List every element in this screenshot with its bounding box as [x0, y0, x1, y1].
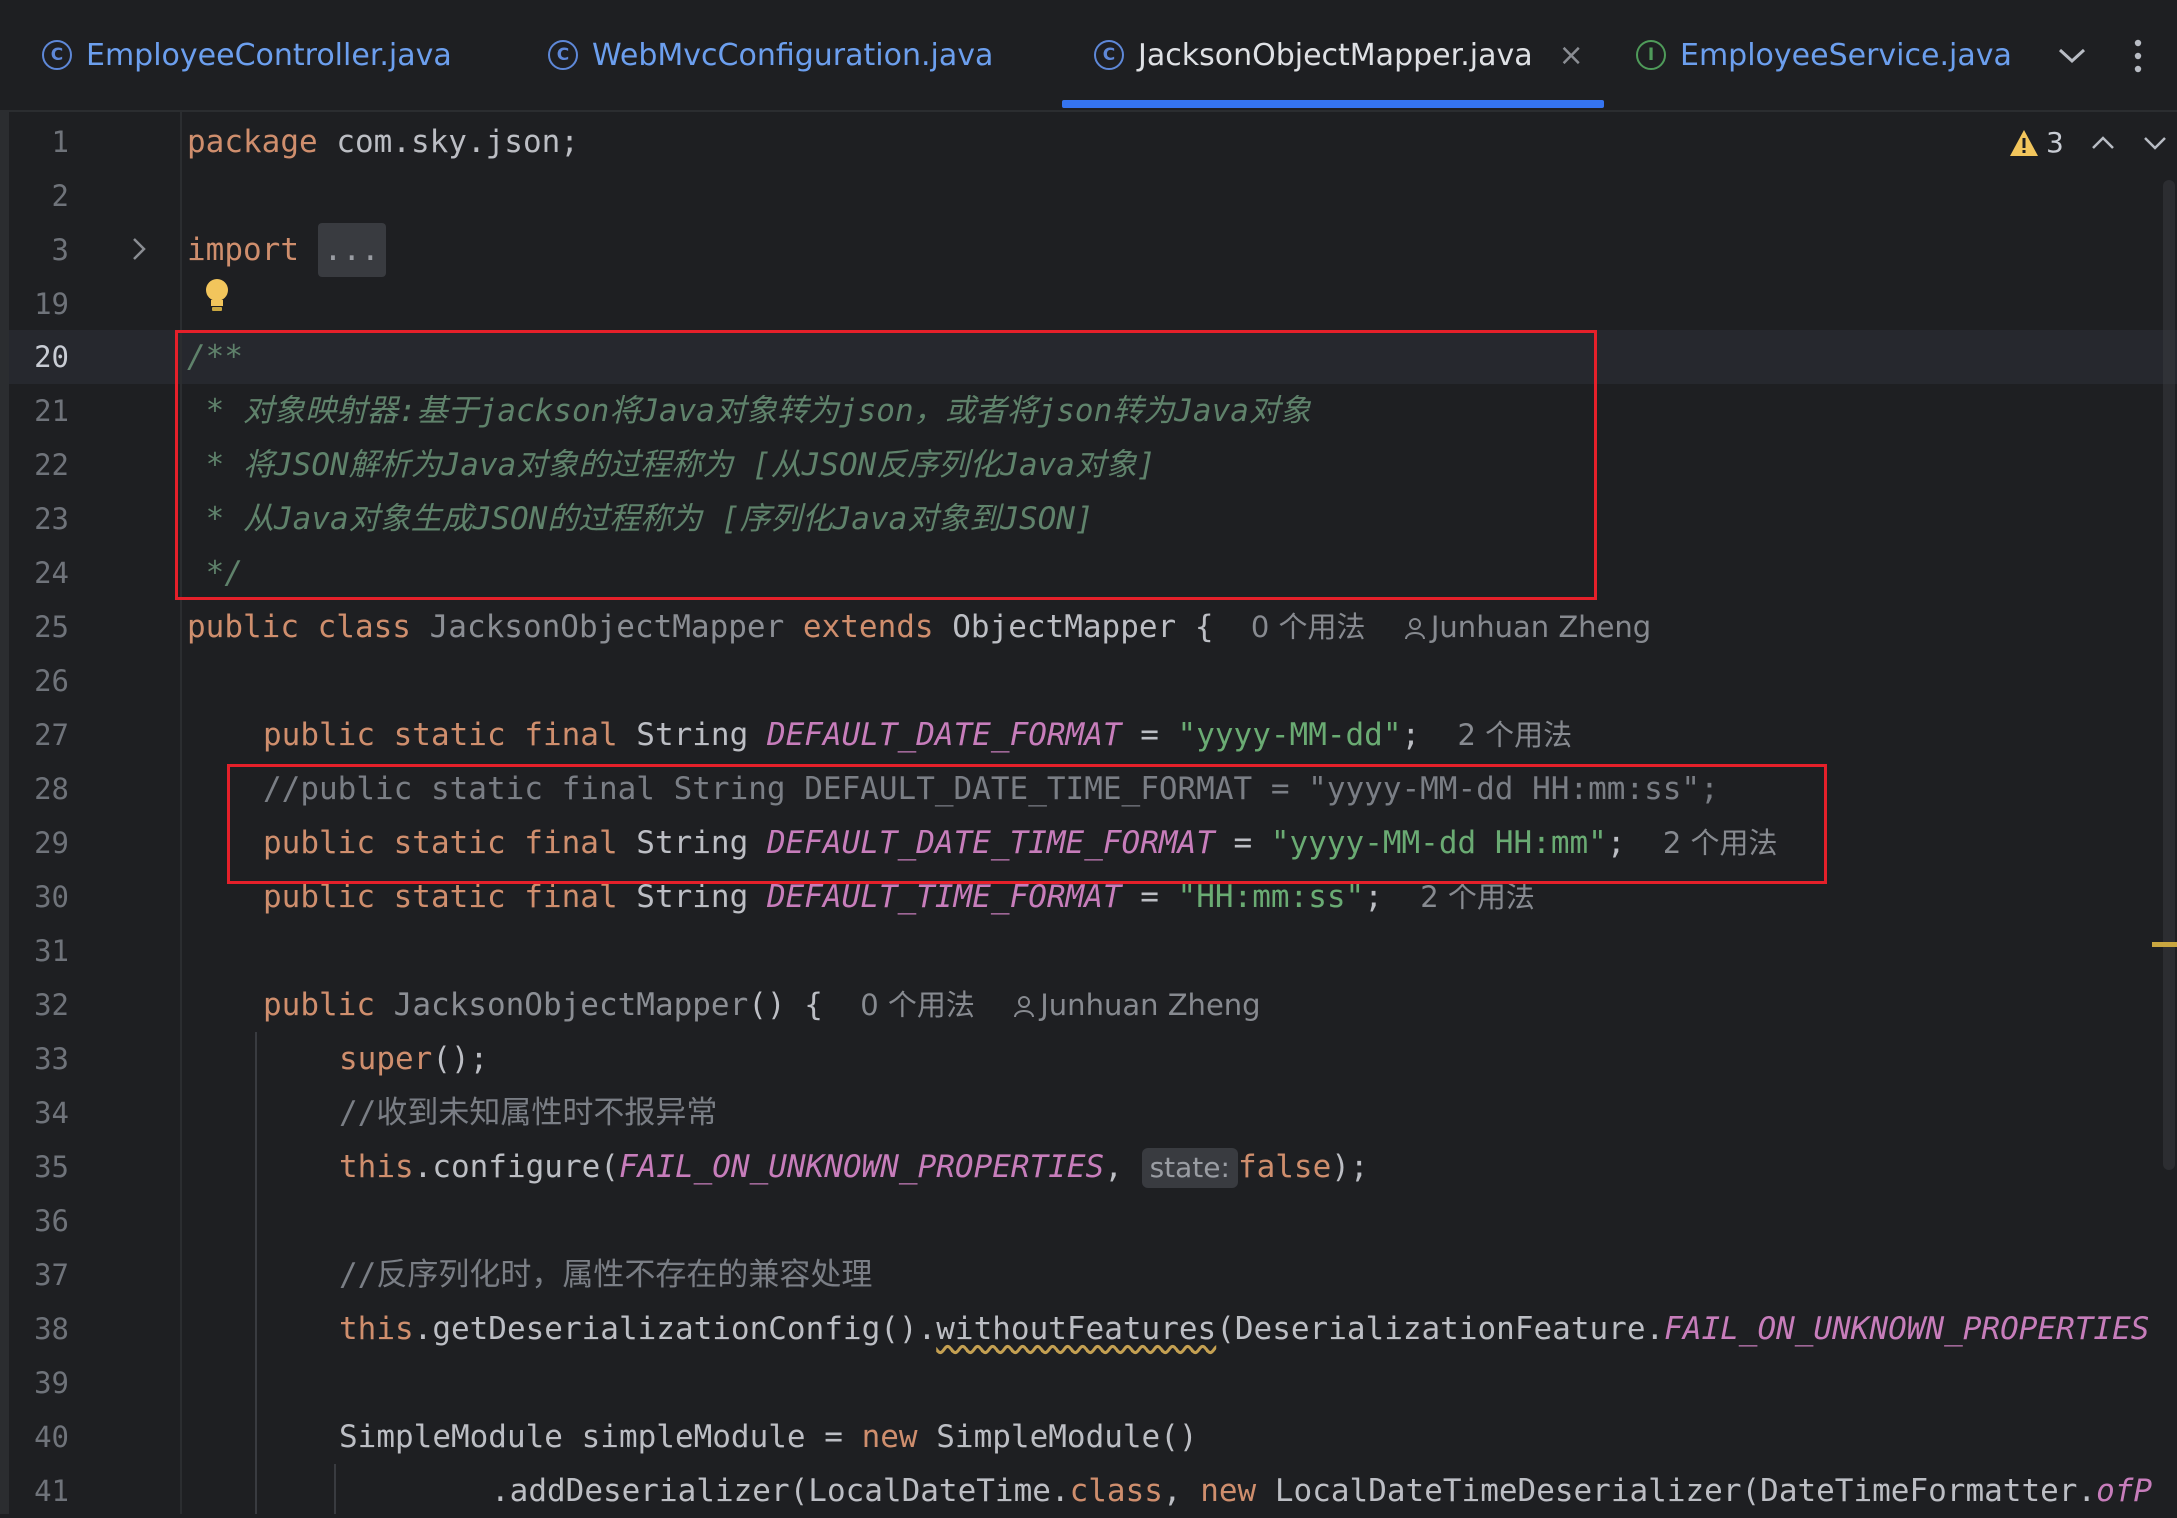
code-line-27[interactable]: public static final String DEFAULT_DATE_…: [263, 708, 1572, 762]
warning-stripe-marker[interactable]: [2152, 942, 2177, 947]
tab-employee-service[interactable]: I EmployeeService.java: [1636, 0, 2012, 110]
gutter-separator: [180, 112, 182, 1514]
inspection-widget[interactable]: 3: [2008, 126, 2168, 159]
class-icon: C: [548, 40, 578, 70]
line-number[interactable]: 19: [9, 277, 69, 331]
line-number[interactable]: 27: [9, 708, 69, 762]
close-icon[interactable]: ×: [1559, 38, 1584, 73]
interface-icon: I: [1636, 40, 1666, 70]
author-hint: Junhuan Zheng: [1403, 610, 1651, 644]
warning-icon: [2010, 129, 2038, 156]
line-number[interactable]: 39: [9, 1356, 69, 1410]
usages-hint: 2 个用法: [1457, 718, 1573, 752]
folded-imports: ...: [317, 223, 386, 277]
code-line-35[interactable]: this.configure(FAIL_ON_UNKNOWN_PROPERTIE…: [339, 1140, 1369, 1194]
line-number[interactable]: 37: [9, 1248, 69, 1302]
chevron-down-icon[interactable]: [2054, 38, 2090, 74]
line-number[interactable]: 26: [9, 654, 69, 708]
code-line-3[interactable]: import ...: [187, 223, 386, 277]
line-number[interactable]: 3: [9, 223, 69, 277]
tab-employee-controller[interactable]: C EmployeeController.java: [42, 0, 452, 110]
class-icon: C: [42, 40, 72, 70]
line-number[interactable]: 36: [9, 1194, 69, 1248]
tab-label: JacksonObjectMapper.java: [1138, 37, 1533, 73]
line-number[interactable]: 41: [9, 1464, 69, 1518]
highlight-box-javadoc: [175, 330, 1597, 600]
line-number[interactable]: 20: [9, 330, 69, 384]
tab-label: EmployeeService.java: [1680, 37, 2012, 73]
vertical-scrollbar[interactable]: [2163, 180, 2175, 1170]
deprecation-warning: withoutFeatures: [936, 1311, 1217, 1347]
code-line-34[interactable]: //收到未知属性时不报异常: [339, 1086, 717, 1140]
usages-hint: 2 个用法: [1420, 880, 1535, 914]
code-line-32[interactable]: public JacksonObjectMapper() { 0 个用法 Jun…: [263, 978, 1261, 1032]
code-line-41[interactable]: .addDeserializer(LocalDateTime.class, ne…: [491, 1464, 2152, 1518]
line-number[interactable]: 34: [9, 1086, 69, 1140]
class-icon: C: [1094, 40, 1124, 70]
usages-hint: 0 个用法: [1250, 610, 1366, 644]
warning-count: 3: [2046, 126, 2064, 159]
code-line-25[interactable]: public class JacksonObjectMapper extends…: [187, 600, 1651, 654]
code-line-1[interactable]: package com.sky.json;: [187, 115, 579, 169]
author-hint: Junhuan Zheng: [1012, 988, 1261, 1022]
tool-window-strip: [0, 112, 9, 1514]
chevron-down-icon: [2143, 136, 2166, 150]
tab-label: EmployeeController.java: [86, 37, 452, 73]
line-number[interactable]: 33: [9, 1032, 69, 1086]
tab-label: WebMvcConfiguration.java: [592, 37, 994, 73]
line-number[interactable]: 25: [9, 600, 69, 654]
parameter-hint: state:: [1141, 1148, 1238, 1188]
code-line-40[interactable]: SimpleModule simpleModule = new SimpleMo…: [339, 1410, 1198, 1464]
line-number[interactable]: 40: [9, 1410, 69, 1464]
line-number[interactable]: 24: [9, 546, 69, 600]
user-icon: [1014, 996, 1035, 1018]
line-number[interactable]: 2: [9, 169, 69, 223]
chevron-up-icon: [2091, 135, 2114, 149]
user-icon: [1404, 618, 1425, 640]
code-line-33[interactable]: super();: [339, 1032, 488, 1086]
line-number[interactable]: 28: [9, 762, 69, 816]
tab-web-mvc-configuration[interactable]: C WebMvcConfiguration.java: [548, 0, 993, 110]
indent-guide: [255, 1032, 257, 1514]
active-tab-indicator: [1062, 100, 1604, 108]
line-number[interactable]: 35: [9, 1140, 69, 1194]
tab-jackson-object-mapper[interactable]: C JacksonObjectMapper.java ×: [1094, 0, 1584, 110]
line-number[interactable]: 22: [9, 438, 69, 492]
lightbulb-icon[interactable]: [202, 276, 232, 314]
line-number[interactable]: 21: [9, 384, 69, 438]
usages-hint: 0 个用法: [860, 988, 975, 1022]
editor-tab-bar: C EmployeeController.java C WebMvcConfig…: [0, 0, 2177, 112]
code-line-38[interactable]: this.getDeserializationConfig().withoutF…: [339, 1302, 2149, 1356]
fold-expand-icon[interactable]: [128, 234, 150, 268]
line-number[interactable]: 30: [9, 870, 69, 924]
line-number[interactable]: 38: [9, 1302, 69, 1356]
code-line-37[interactable]: //反序列化时，属性不存在的兼容处理: [339, 1248, 872, 1302]
line-number[interactable]: 1: [9, 115, 69, 169]
highlight-box-datetime-format: [227, 764, 1827, 884]
line-number[interactable]: 31: [9, 924, 69, 978]
line-number[interactable]: 29: [9, 816, 69, 870]
indent-guide: [334, 1464, 336, 1514]
line-number[interactable]: 23: [9, 492, 69, 546]
more-options-icon[interactable]: [2120, 38, 2156, 74]
line-number[interactable]: 32: [9, 978, 69, 1032]
